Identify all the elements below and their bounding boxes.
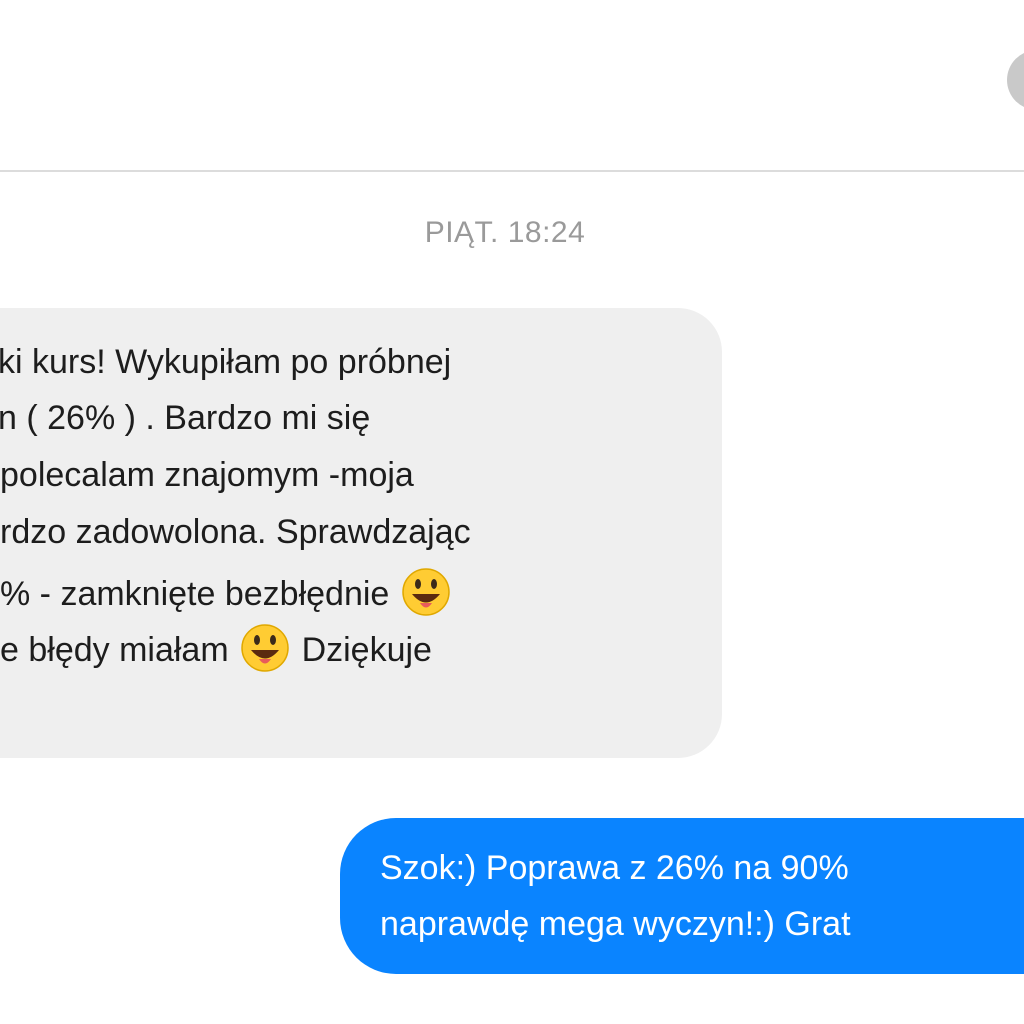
incoming-message-bubble[interactable]: ki kurs! Wykupiłam po próbnej n ( 26% ) …	[0, 308, 722, 758]
message-line: Szok:) Poprawa z 26% na 90%	[380, 849, 849, 887]
header-divider	[0, 170, 1024, 172]
message-timestamp: PIĄT. 18:24	[424, 216, 586, 249]
message-line: ki kurs! Wykupiłam po próbnej	[0, 343, 452, 381]
outgoing-message-bubble[interactable]: Szok:) Poprawa z 26% na 90% naprawdę meg…	[340, 818, 1024, 974]
message-line: Dziękuje	[301, 631, 432, 669]
grinning-face-with-tongue-icon	[240, 623, 290, 673]
message-line: polecalam znajomym -moja	[0, 456, 414, 494]
conversation-header	[0, 0, 1024, 170]
message-line: n ( 26% ) . Bardzo mi się	[0, 399, 371, 437]
message-line: e błędy miałam	[0, 631, 229, 669]
grinning-face-with-tongue-icon	[401, 567, 451, 617]
message-line-with-emoji: e błędy miałam Dziękuje	[0, 623, 432, 673]
messenger-thread: PIĄT. 18:24 ki kurs! Wykupiłam po próbne…	[0, 0, 1024, 1024]
message-line: naprawdę mega wyczyn!:) Grat	[380, 905, 851, 943]
message-line: % - zamknięte bezbłędnie	[0, 575, 390, 613]
message-line-with-emoji: % - zamknięte bezbłędnie	[0, 567, 453, 617]
message-line: rdzo zadowolona. Sprawdzając	[0, 513, 471, 551]
header-action-button[interactable]	[1007, 50, 1024, 110]
